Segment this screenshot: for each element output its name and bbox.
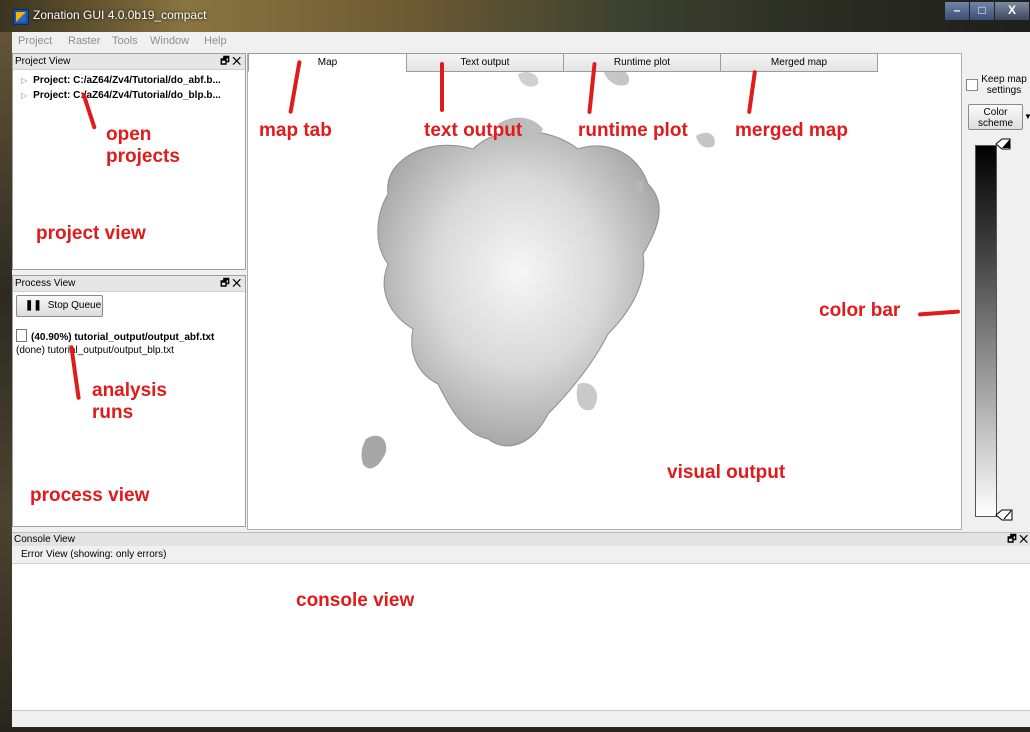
annotation-map-tab: map tab	[259, 120, 332, 141]
project-tree-item[interactable]: ▷ Project: C:/aZ64/Zv4/Tutorial/do_blp.b.…	[21, 90, 221, 101]
maximize-button[interactable]: □	[969, 1, 995, 21]
menu-help[interactable]: Help	[204, 35, 227, 47]
project-tree-item[interactable]: ▷ Project: C:/aZ64/Zv4/Tutorial/do_abf.b.…	[21, 75, 221, 86]
zonation-app-icon	[13, 9, 29, 25]
desktop-background	[0, 727, 1030, 732]
annotation-color-bar: color bar	[819, 300, 901, 321]
color-bar	[975, 145, 997, 517]
stop-queue-button[interactable]: ❚❚ Stop Queue	[16, 295, 103, 317]
menu-raster[interactable]: Raster	[68, 35, 100, 47]
stop-queue-label: Stop Queue	[47, 300, 102, 311]
process-view-header: Process View 🗗 ✕	[13, 276, 245, 292]
menu-bar: Project Raster Tools Window Help	[12, 32, 1030, 49]
color-bar-top-handle-icon[interactable]	[995, 138, 1011, 150]
run-label: (40.90%) tutorial_output/output_abf.txt	[31, 332, 215, 343]
menu-project[interactable]: Project	[18, 35, 52, 47]
desktop-background	[0, 0, 12, 732]
map-landmass	[518, 72, 539, 87]
process-view-title: Process View	[15, 278, 76, 289]
keep-map-settings-label: Keep map settings	[981, 74, 1027, 96]
tab-text-output[interactable]: Text output	[406, 53, 564, 72]
project-view-title: Project View	[15, 56, 71, 67]
expand-arrow-icon[interactable]: ▷	[21, 76, 27, 85]
annotation-pointer	[440, 62, 444, 112]
annotation-process-view: process view	[30, 485, 150, 506]
color-bar-bottom-handle-icon[interactable]	[995, 509, 1013, 521]
dock-float-close-icon[interactable]: 🗗 ✕	[1007, 533, 1028, 547]
project-view-header: Project View 🗗 ✕	[13, 54, 245, 70]
annotation-analysis-runs: analysis runs	[92, 380, 167, 423]
annotation-open-projects: open projects	[106, 124, 180, 167]
map-landmass	[377, 130, 660, 447]
status-bar	[12, 710, 1030, 728]
tab-runtime-plot[interactable]: Runtime plot	[563, 53, 721, 72]
dropdown-arrow-icon[interactable]: ▼	[1024, 112, 1030, 121]
console-output-area	[12, 564, 1030, 710]
tab-map[interactable]: Map	[248, 53, 407, 72]
pause-icon: ❚❚	[25, 300, 42, 311]
annotation-merged-map: merged map	[735, 120, 848, 141]
map-landmass	[361, 435, 387, 469]
file-icon	[16, 329, 27, 342]
map-landmass	[696, 132, 715, 148]
annotation-text-output: text output	[424, 120, 523, 141]
expand-arrow-icon[interactable]: ▷	[21, 91, 27, 100]
console-view-title: Console View	[14, 534, 75, 545]
dock-float-close-icon[interactable]: 🗗 ✕	[220, 276, 241, 291]
project-path: Project: C:/aZ64/Zv4/Tutorial/do_blp.b..…	[33, 90, 221, 101]
close-button[interactable]: X	[994, 1, 1030, 21]
error-view-label: Error View (showing: only errors)	[12, 546, 1030, 564]
menu-window[interactable]: Window	[150, 35, 189, 47]
minimize-button[interactable]: –	[944, 1, 970, 21]
console-view-header: Console View 🗗 ✕	[12, 532, 1030, 546]
keep-map-settings-checkbox[interactable]	[966, 79, 978, 91]
run-list-item[interactable]: (done) tutorial_output/output_blp.txt	[16, 345, 174, 356]
color-scheme-button[interactable]: Color scheme	[968, 104, 1023, 130]
annotation-project-view: project view	[36, 223, 146, 244]
menu-tools[interactable]: Tools	[112, 35, 138, 47]
map-landmass	[576, 383, 598, 411]
annotation-runtime-plot: runtime plot	[578, 120, 688, 141]
project-path: Project: C:/aZ64/Zv4/Tutorial/do_abf.b..…	[33, 75, 221, 86]
window-title: Zonation GUI 4.0.0b19_compact	[33, 8, 207, 22]
tab-merged-map[interactable]: Merged map	[720, 53, 878, 72]
run-list-item[interactable]: (40.90%) tutorial_output/output_abf.txt	[16, 329, 214, 343]
annotation-visual-output: visual output	[667, 462, 786, 483]
annotation-console-view: console view	[296, 590, 415, 611]
run-label: (done) tutorial_output/output_blp.txt	[16, 345, 174, 356]
dock-float-close-icon[interactable]: 🗗 ✕	[220, 54, 241, 69]
